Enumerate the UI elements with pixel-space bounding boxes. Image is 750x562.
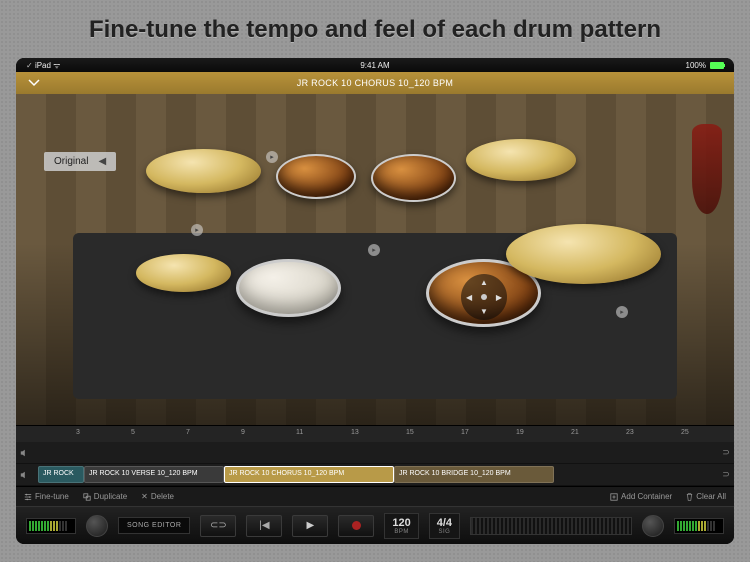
add-container-button[interactable]: Add Container [610, 492, 672, 501]
delete-button[interactable]: ✕ Delete [141, 492, 174, 501]
pattern-title: JR ROCK 10 CHORUS 10_120 BPM [297, 78, 453, 88]
mute-button[interactable] [20, 471, 34, 479]
clear-all-button[interactable]: Clear All [686, 492, 726, 501]
dropdown-triangle-icon: ◀ [98, 156, 106, 167]
play-button[interactable]: ▶ [292, 515, 328, 537]
snap-button[interactable]: ⊃ [718, 469, 734, 480]
hotspot-marker[interactable]: ▸ [368, 244, 380, 256]
pattern-title-bar: JR ROCK 10 CHORUS 10_120 BPM [16, 72, 734, 94]
drum-kit-stage: Original ◀ ▲▼◀▶ ▸ ▸ ▸ ▸ [16, 94, 734, 425]
camera-dpad[interactable]: ▲▼◀▶ [461, 274, 507, 320]
ipad-frame: ✓ iPad ᯤ 9:41 AM 100% JR ROCK 10 CHORUS … [16, 58, 734, 544]
level-meter-right [674, 518, 724, 534]
loop-button[interactable]: ⊂⊃ [200, 515, 236, 537]
track-2: JR ROCK JR ROCK 10 VERSE 10_120 BPM JR R… [16, 464, 734, 486]
hotspot-marker[interactable]: ▸ [616, 306, 628, 318]
crash-cymbal-1[interactable] [146, 149, 261, 193]
level-meter-left [26, 518, 76, 534]
tom-2[interactable] [371, 154, 456, 202]
trash-icon [686, 493, 693, 501]
delete-icon: ✕ [141, 492, 148, 501]
timeline-ruler[interactable]: 3 5 7 9 11 13 15 17 19 21 23 25 [16, 426, 734, 442]
transport-bar: SONG EDITOR ⊂⊃ |◀ ▶ 120 BPM 4/4 SIG [16, 506, 734, 544]
kit-preset-picker[interactable]: Original ◀ [44, 152, 116, 171]
mode-label[interactable]: SONG EDITOR [118, 517, 190, 534]
timesig-display[interactable]: 4/4 SIG [429, 513, 460, 539]
duplicate-icon [83, 493, 91, 501]
ride-cymbal[interactable] [506, 224, 661, 284]
timeline-toolbar: Fine-tune Duplicate ✕ Delete Add Contain… [16, 486, 734, 506]
scrub-slider[interactable] [470, 517, 632, 535]
clip-bridge[interactable]: JR ROCK 10 BRIDGE 10_120 BPM [394, 466, 554, 483]
record-button[interactable] [338, 515, 374, 537]
crash-cymbal-2[interactable] [466, 139, 576, 181]
tom-1[interactable] [276, 154, 356, 199]
hotspot-marker[interactable]: ▸ [266, 151, 278, 163]
tempo-display[interactable]: 120 BPM [384, 513, 418, 539]
guitar-prop [692, 124, 722, 214]
snap-button[interactable]: ⊃ [718, 447, 734, 458]
hi-hat[interactable] [136, 254, 231, 292]
timeline-panel: 3 5 7 9 11 13 15 17 19 21 23 25 ⊃ [16, 425, 734, 506]
snare-drum[interactable] [236, 259, 341, 317]
volume-knob-right[interactable] [642, 515, 664, 537]
ios-status-bar: ✓ iPad ᯤ 9:41 AM 100% [16, 58, 734, 72]
clip-chorus-selected[interactable]: JR ROCK 10 CHORUS 10_120 BPM [224, 466, 394, 483]
clock: 9:41 AM [360, 61, 389, 70]
rewind-button[interactable]: |◀ [246, 515, 282, 537]
mute-button[interactable] [20, 449, 34, 457]
carrier-label: ✓ iPad ᯤ [26, 60, 60, 71]
collapse-button[interactable] [28, 79, 40, 87]
volume-knob-left[interactable] [86, 515, 108, 537]
duplicate-button[interactable]: Duplicate [83, 492, 127, 501]
sliders-icon [24, 493, 32, 501]
clip-verse[interactable]: JR ROCK 10 VERSE 10_120 BPM [84, 466, 224, 483]
finetune-button[interactable]: Fine-tune [24, 492, 69, 501]
clip-intro[interactable]: JR ROCK [38, 466, 84, 483]
marketing-headline: Fine-tune the tempo and feel of each dru… [0, 0, 750, 58]
hotspot-marker[interactable]: ▸ [191, 224, 203, 236]
battery-status: 100% [686, 61, 724, 70]
track-1: ⊃ [16, 442, 734, 464]
add-icon [610, 493, 618, 501]
